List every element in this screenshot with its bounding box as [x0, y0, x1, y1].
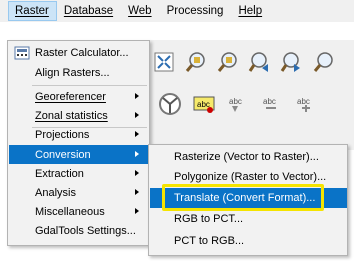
menu-processing[interactable]: Processing — [160, 1, 232, 21]
zoom-next-icon[interactable] — [278, 48, 306, 76]
zoom-last-icon[interactable] — [246, 48, 274, 76]
menu-item-label: Georeferencer — [35, 90, 106, 103]
submenu-item-translate[interactable]: Translate (Convert Format)... — [150, 188, 347, 208]
menu-database[interactable]: Database — [57, 1, 121, 21]
zoom-in-icon[interactable] — [182, 48, 210, 76]
menu-help[interactable]: Help — [231, 1, 270, 21]
chevron-right-icon — [135, 170, 139, 176]
menu-web[interactable]: Web — [121, 1, 159, 21]
chevron-right-icon — [135, 208, 139, 214]
conversion-submenu: Rasterize (Vector to Raster)... Polygoni… — [148, 144, 348, 256]
chevron-right-icon — [135, 151, 139, 157]
map-toolbar: abc abc abc abc — [148, 40, 354, 150]
menu-separator — [32, 85, 147, 86]
menu-item-label: Zonal statistics — [35, 109, 108, 122]
label-show-icon[interactable]: abc — [258, 90, 286, 118]
menu-item-extraction[interactable]: Extraction — [9, 164, 149, 183]
chevron-right-icon — [135, 131, 139, 137]
menu-item-analysis[interactable]: Analysis — [9, 183, 149, 202]
identify-icon[interactable] — [156, 90, 184, 118]
zoom-full-icon[interactable] — [150, 48, 178, 76]
map-tips-icon[interactable] — [310, 48, 338, 76]
menu-item-raster-calculator[interactable]: Raster Calculator... — [9, 43, 149, 62]
menu-item-label: Raster Calculator... — [35, 46, 129, 59]
submenu-item-label: Translate (Convert Format)... — [174, 192, 316, 204]
label-move-icon[interactable]: abc — [292, 90, 320, 118]
submenu-item-polygonize[interactable]: Polygonize (Raster to Vector)... — [150, 167, 347, 187]
menu-item-align-rasters[interactable]: Align Rasters... — [9, 63, 149, 82]
menu-bar: Raster Database Web Processing Help — [0, 0, 354, 22]
menu-item-label: Align Rasters... — [35, 66, 110, 79]
menu-item-conversion[interactable]: Conversion — [9, 145, 149, 164]
menu-item-label: Extraction — [35, 167, 84, 180]
submenu-item-label: RGB to PCT... — [174, 213, 244, 225]
menu-item-label: Conversion — [35, 148, 91, 161]
chevron-right-icon — [135, 189, 139, 195]
zoom-layer-icon[interactable] — [214, 48, 242, 76]
menu-item-label: Analysis — [35, 186, 76, 199]
chevron-right-icon — [135, 112, 139, 118]
svg-text:abc: abc — [197, 100, 210, 109]
menu-item-label: GdalTools Settings... — [35, 224, 136, 237]
svg-text:abc: abc — [263, 97, 276, 106]
menu-item-projections[interactable]: Projections — [9, 125, 149, 144]
label-pin-icon[interactable]: abc — [224, 90, 252, 118]
menu-item-georeferencer[interactable]: Georeferencer — [9, 87, 149, 106]
calculator-icon — [14, 46, 30, 63]
svg-text:abc: abc — [297, 97, 310, 106]
submenu-item-label: Rasterize (Vector to Raster)... — [174, 151, 319, 163]
menu-item-label: Miscellaneous — [35, 205, 105, 218]
menu-item-label: Projections — [35, 128, 90, 141]
raster-menu: Raster Calculator... Align Rasters... Ge… — [7, 40, 150, 246]
submenu-item-rgb-to-pct[interactable]: RGB to PCT... — [150, 209, 347, 229]
svg-text:abc: abc — [229, 97, 242, 106]
submenu-item-label: Polygonize (Raster to Vector)... — [174, 171, 327, 183]
label-icon[interactable]: abc — [190, 90, 218, 118]
submenu-item-pct-to-rgb[interactable]: PCT to RGB... — [150, 231, 347, 251]
menu-item-zonal-statistics[interactable]: Zonal statistics — [9, 106, 149, 125]
menu-item-gdaltools-settings[interactable]: GdalTools Settings... — [9, 221, 149, 240]
menu-raster[interactable]: Raster — [8, 1, 57, 21]
submenu-item-label: PCT to RGB... — [174, 235, 245, 247]
submenu-item-rasterize[interactable]: Rasterize (Vector to Raster)... — [150, 147, 347, 167]
menu-item-miscellaneous[interactable]: Miscellaneous — [9, 202, 149, 221]
chevron-right-icon — [135, 93, 139, 99]
